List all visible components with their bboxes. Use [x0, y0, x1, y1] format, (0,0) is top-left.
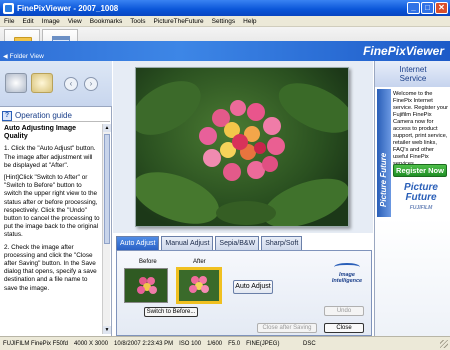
status-camera: FUJIFILM FinePix F50fd [3, 340, 69, 347]
logo-line-2: Intelligence [331, 278, 363, 284]
picture-future-logo[interactable]: Picture Future FUJIFILM [393, 183, 449, 213]
status-shutter: 1/600 [207, 340, 223, 347]
scroll-thumb[interactable] [104, 134, 110, 244]
window-controls: _ □ ✕ [407, 2, 448, 14]
window-title: FinePixViewer - 2007_1008 [17, 3, 119, 13]
scroll-up-icon[interactable]: ▲ [103, 124, 111, 132]
right-panel: Internet Service Picture Future Welcome … [374, 61, 450, 336]
operation-guide-text: Auto Adjusting Image Quality 1. Click th… [4, 125, 100, 333]
brand-logo: FinePixViewer [363, 44, 444, 58]
menu-bar: File Edit Image View Bookmarks Tools Pic… [0, 16, 450, 27]
adjust-tabs: Auto Adjust Manual Adjust Sepia/B&W Shar… [116, 236, 372, 250]
auto-adjust-panel: Before After Switch to Before... Auto Ad… [116, 250, 372, 336]
tab-sepia-bw[interactable]: Sepia/B&W [215, 236, 260, 250]
left-panel: ‹ › ? Operation guide Auto Adjusting Ima… [0, 61, 112, 336]
menu-file[interactable]: File [0, 18, 18, 25]
service-title-line-1: Internet [399, 65, 427, 74]
title-bar: FinePixViewer - 2007_1008 _ □ ✕ [0, 0, 450, 16]
help-icon: ? [2, 110, 12, 121]
guide-hint: [Hint]Click "Switch to After" or "Switch… [4, 174, 100, 239]
pf-logo-line-2: Future [405, 192, 437, 203]
folder-view-link[interactable]: ◀ Folder View [0, 51, 70, 61]
close-button[interactable]: Close [324, 323, 364, 333]
service-title-line-2: Service [399, 74, 427, 83]
menu-settings[interactable]: Settings [208, 18, 240, 25]
status-datetime: 10/8/2007 2:23:43 PM [114, 340, 174, 347]
logo-arc-icon [334, 263, 360, 271]
menu-image[interactable]: Image [38, 18, 64, 25]
tab-sharp-soft[interactable]: Sharp/Soft [261, 236, 303, 250]
close-window-button[interactable]: ✕ [435, 2, 448, 14]
operation-guide-header: ? Operation guide [2, 110, 110, 122]
wand-icon[interactable] [5, 73, 27, 93]
minimize-button[interactable]: _ [407, 2, 420, 14]
menu-tools[interactable]: Tools [126, 18, 149, 25]
after-thumbnail[interactable] [176, 267, 222, 304]
preview-area [113, 61, 373, 233]
arrow-left-icon: ◀ [3, 53, 8, 60]
picture-future-tab-label: Picture Future [379, 152, 388, 207]
scroll-down-icon[interactable]: ▼ [103, 326, 111, 334]
resize-grip-icon[interactable] [440, 340, 448, 348]
menu-help[interactable]: Help [239, 18, 260, 25]
tab-auto-adjust[interactable]: Auto Adjust [116, 236, 160, 250]
guide-step-1: 1. Click the "Auto Adjust" button. The i… [4, 145, 96, 169]
internet-service-header: Internet Service [375, 61, 450, 87]
close-after-saving-button[interactable]: Close after Saving [257, 323, 317, 333]
guide-step-2: 2. Check the image after processing and … [4, 243, 97, 292]
photo-preview [135, 67, 349, 227]
folder-view-label: Folder View [9, 52, 44, 60]
guide-heading: Auto Adjusting Image Quality [4, 125, 77, 141]
status-iso: ISO 100 [179, 340, 202, 347]
menu-edit[interactable]: Edit [18, 18, 37, 25]
tab-manual-adjust[interactable]: Manual Adjust [161, 236, 214, 250]
undo-button[interactable]: Undo [324, 306, 364, 316]
app-icon [3, 2, 14, 14]
register-now-button[interactable]: Register Now [393, 164, 447, 177]
status-bar: FUJIFILM FinePix F50fd 4000 X 3000 10/8/… [0, 336, 450, 350]
menu-bookmarks[interactable]: Bookmarks [86, 18, 127, 25]
service-description: Welcome to the FinePix Internet service.… [393, 91, 448, 167]
menu-view[interactable]: View [64, 18, 86, 25]
menu-picturethefuture[interactable]: PictureTheFuture [149, 18, 207, 25]
before-thumbnail[interactable] [124, 268, 168, 303]
left-toolbar: ‹ › [0, 61, 112, 107]
back-button[interactable]: ‹ [64, 77, 78, 91]
picture-future-tab[interactable]: Picture Future [377, 89, 391, 217]
stars-icon[interactable] [31, 73, 53, 93]
before-label: Before [139, 259, 157, 265]
operation-guide-title: Operation guide [15, 111, 72, 120]
after-label: After [193, 259, 206, 265]
right-panel-lower [375, 219, 450, 336]
pf-logo-sub: FUJIFILM [409, 205, 433, 211]
status-aperture: F5.0 [228, 340, 241, 347]
status-dimensions: 4000 X 3000 [74, 340, 109, 347]
maximize-button[interactable]: □ [421, 2, 434, 14]
status-quality: FINE(JPEG) [246, 340, 280, 347]
forward-button[interactable]: › [84, 77, 98, 91]
auto-adjust-button[interactable]: Auto Adjust [233, 280, 273, 294]
guide-scrollbar[interactable]: ▲ ▼ [102, 124, 111, 334]
switch-to-before-button[interactable]: Switch to Before... [144, 307, 198, 317]
image-intelligence-logo: Image Intelligence [330, 263, 364, 284]
status-device: DSC [303, 340, 316, 347]
